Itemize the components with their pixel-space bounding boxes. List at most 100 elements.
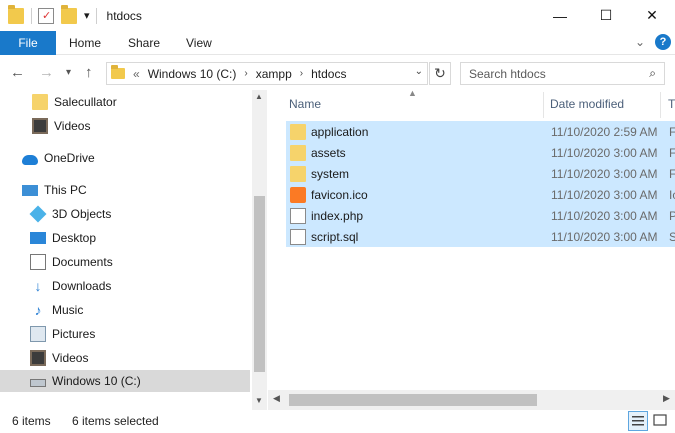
- this-pc-icon: [22, 184, 38, 196]
- search-input[interactable]: [469, 63, 639, 84]
- documents-icon: [30, 254, 46, 270]
- tab-home[interactable]: Home: [69, 31, 101, 55]
- file-row-application[interactable]: application 11/10/2020 2:59 AM F: [286, 121, 675, 142]
- nav-item-label: Documents: [52, 255, 113, 269]
- nav-item-label: Desktop: [52, 231, 97, 245]
- nav-item-label: Videos: [54, 119, 91, 133]
- folder-icon: [290, 144, 306, 161]
- videos-icon: [30, 350, 46, 366]
- search-icon[interactable]: ⌕: [649, 66, 656, 81]
- file-row-index-php[interactable]: index.php 11/10/2020 3:00 AM P: [286, 205, 675, 226]
- properties-icon[interactable]: ✓: [38, 7, 54, 24]
- tab-view[interactable]: View: [186, 31, 212, 55]
- close-button[interactable]: ✕: [629, 0, 675, 31]
- file-date: 11/10/2020 3:00 AM: [551, 187, 658, 202]
- 3d-objects-icon: [29, 205, 47, 223]
- nav-item-videos-2[interactable]: Videos: [0, 347, 250, 369]
- file-row-system[interactable]: system 11/10/2020 3:00 AM F: [286, 163, 675, 184]
- breadcrumb-overflow[interactable]: «: [133, 67, 140, 81]
- scroll-left-icon[interactable]: ◀: [273, 393, 280, 404]
- file-type: F: [669, 124, 675, 139]
- column-header-type[interactable]: T: [668, 90, 675, 118]
- scroll-up-icon[interactable]: ▲: [255, 92, 263, 101]
- file-name: application: [311, 124, 369, 139]
- file-type: F: [669, 166, 675, 181]
- horizontal-scrollbar-thumb[interactable]: [289, 394, 537, 406]
- file-icon: [290, 207, 306, 224]
- scroll-down-icon[interactable]: ▼: [255, 396, 263, 405]
- folder-icon: [111, 65, 125, 79]
- forward-button[interactable]: →: [39, 64, 54, 81]
- breadcrumb-htdocs[interactable]: htdocs: [311, 67, 346, 81]
- horizontal-scrollbar[interactable]: ◀ ▶: [268, 390, 675, 410]
- up-button[interactable]: ↑: [85, 64, 93, 81]
- breadcrumb-drive[interactable]: Windows 10 (C:): [148, 67, 237, 81]
- quick-access-toolbar: ✓ ▾ htdocs: [0, 0, 142, 31]
- onedrive-icon: [22, 154, 38, 165]
- refresh-button[interactable]: ↻: [429, 62, 451, 85]
- chevron-right-icon[interactable]: ›: [244, 68, 247, 79]
- address-bar[interactable]: « Windows 10 (C:) › xampp › htdocs ⌄: [106, 62, 428, 85]
- file-row-assets[interactable]: assets 11/10/2020 3:00 AM F: [286, 142, 675, 163]
- column-divider[interactable]: [660, 92, 661, 118]
- tab-file[interactable]: File: [0, 31, 56, 55]
- selection-count: 6 items selected: [72, 414, 159, 428]
- file-icon: [290, 228, 306, 245]
- nav-item-label: OneDrive: [44, 151, 95, 165]
- details-view-icon: [632, 416, 644, 426]
- file-type: Ic: [669, 187, 675, 202]
- details-view-button[interactable]: [628, 411, 648, 431]
- nav-scrollbar[interactable]: ▲ ▼: [252, 90, 267, 410]
- nav-item-salecullator[interactable]: Salecullator: [0, 91, 250, 113]
- nav-item-pictures[interactable]: Pictures: [0, 323, 250, 345]
- nav-item-onedrive[interactable]: OneDrive: [0, 147, 250, 169]
- navigation-pane: Salecullator Videos OneDrive This PC 3D …: [0, 90, 268, 410]
- help-icon[interactable]: ?: [655, 34, 671, 50]
- desktop-icon: [30, 232, 46, 244]
- divider: [95, 7, 97, 24]
- minimize-button[interactable]: —: [537, 0, 583, 31]
- folder-icon[interactable]: [8, 4, 24, 24]
- maximize-button[interactable]: ☐: [583, 0, 629, 31]
- nav-item-downloads[interactable]: ↓ Downloads: [0, 275, 250, 297]
- xampp-icon: [290, 186, 306, 203]
- search-box[interactable]: ⌕: [460, 62, 665, 85]
- address-dropdown-icon[interactable]: ⌄: [415, 66, 423, 77]
- column-divider[interactable]: [543, 92, 544, 118]
- column-header-date[interactable]: Date modified: [550, 90, 624, 118]
- file-name: assets: [311, 145, 346, 160]
- file-date: 11/10/2020 3:00 AM: [551, 229, 658, 244]
- file-row-favicon[interactable]: favicon.ico 11/10/2020 3:00 AM Ic: [286, 184, 675, 205]
- customize-toolbar-dropdown[interactable]: ▾: [84, 9, 90, 22]
- file-row-script-sql[interactable]: script.sql 11/10/2020 3:00 AM S: [286, 226, 675, 247]
- new-folder-icon[interactable]: [61, 4, 77, 24]
- recent-locations-dropdown[interactable]: ▾: [66, 67, 71, 78]
- nav-item-windows-drive[interactable]: Windows 10 (C:): [0, 370, 250, 392]
- nav-item-music[interactable]: ♪ Music: [0, 299, 250, 321]
- tab-share[interactable]: Share: [128, 31, 160, 55]
- pictures-icon: [30, 326, 46, 342]
- scroll-right-icon[interactable]: ▶: [663, 393, 670, 404]
- large-icons-view-button[interactable]: [651, 411, 671, 431]
- nav-scrollbar-thumb[interactable]: [254, 196, 265, 372]
- nav-item-this-pc[interactable]: This PC: [0, 179, 250, 201]
- back-button[interactable]: ←: [10, 64, 25, 81]
- divider: [31, 7, 32, 24]
- column-header-name[interactable]: Name: [289, 90, 321, 118]
- nav-item-documents[interactable]: Documents: [0, 251, 250, 273]
- nav-item-label: This PC: [44, 183, 87, 197]
- drive-icon: [30, 379, 46, 387]
- nav-item-videos[interactable]: Videos: [0, 115, 250, 137]
- chevron-right-icon[interactable]: ›: [300, 68, 303, 79]
- file-name: favicon.ico: [311, 187, 368, 202]
- file-date: 11/10/2020 3:00 AM: [551, 166, 658, 181]
- nav-item-3d-objects[interactable]: 3D Objects: [0, 203, 250, 225]
- downloads-icon: ↓: [34, 278, 42, 294]
- breadcrumb-xampp[interactable]: xampp: [256, 67, 292, 81]
- collapse-ribbon-icon[interactable]: ⌄: [635, 35, 645, 49]
- nav-item-desktop[interactable]: Desktop: [0, 227, 250, 249]
- file-date: 11/10/2020 2:59 AM: [551, 124, 658, 139]
- window-title: htdocs: [106, 8, 142, 23]
- folder-icon: [290, 165, 306, 182]
- nav-item-label: Music: [52, 303, 84, 317]
